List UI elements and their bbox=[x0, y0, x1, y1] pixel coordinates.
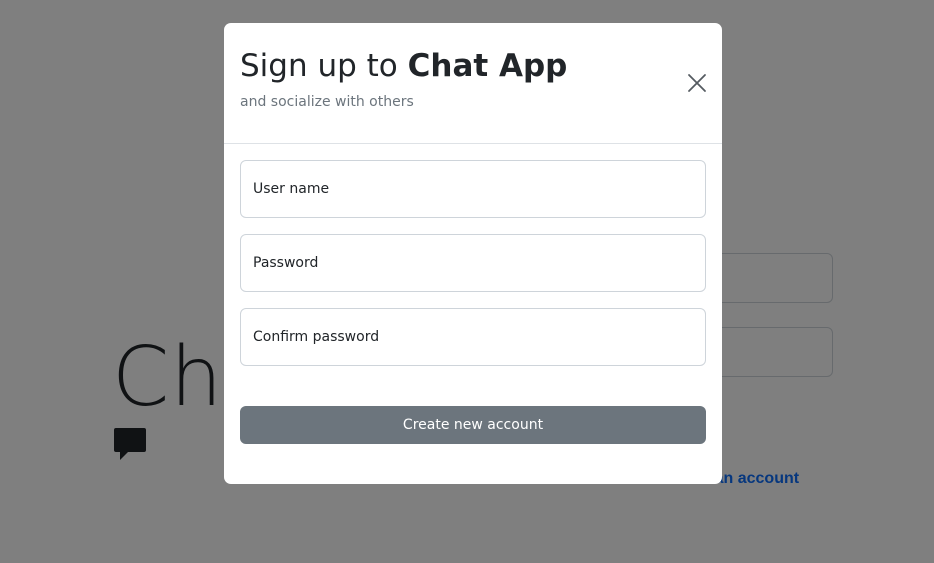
username-input[interactable] bbox=[240, 160, 706, 218]
close-icon[interactable] bbox=[686, 72, 708, 94]
modal-subtitle: and socialize with others bbox=[240, 94, 414, 110]
signup-modal: Sign up to Chat App and socialize with o… bbox=[224, 23, 722, 484]
password-input[interactable] bbox=[240, 234, 706, 292]
modal-title-brand: Chat App bbox=[407, 48, 568, 84]
confirm-password-input[interactable] bbox=[240, 308, 706, 366]
create-account-button[interactable]: Create new account bbox=[240, 406, 706, 444]
modal-body: Create new account bbox=[224, 144, 722, 444]
modal-title: Sign up to Chat App bbox=[240, 47, 706, 85]
modal-header: Sign up to Chat App and socialize with o… bbox=[224, 23, 722, 144]
modal-title-prefix: Sign up to bbox=[240, 48, 398, 84]
